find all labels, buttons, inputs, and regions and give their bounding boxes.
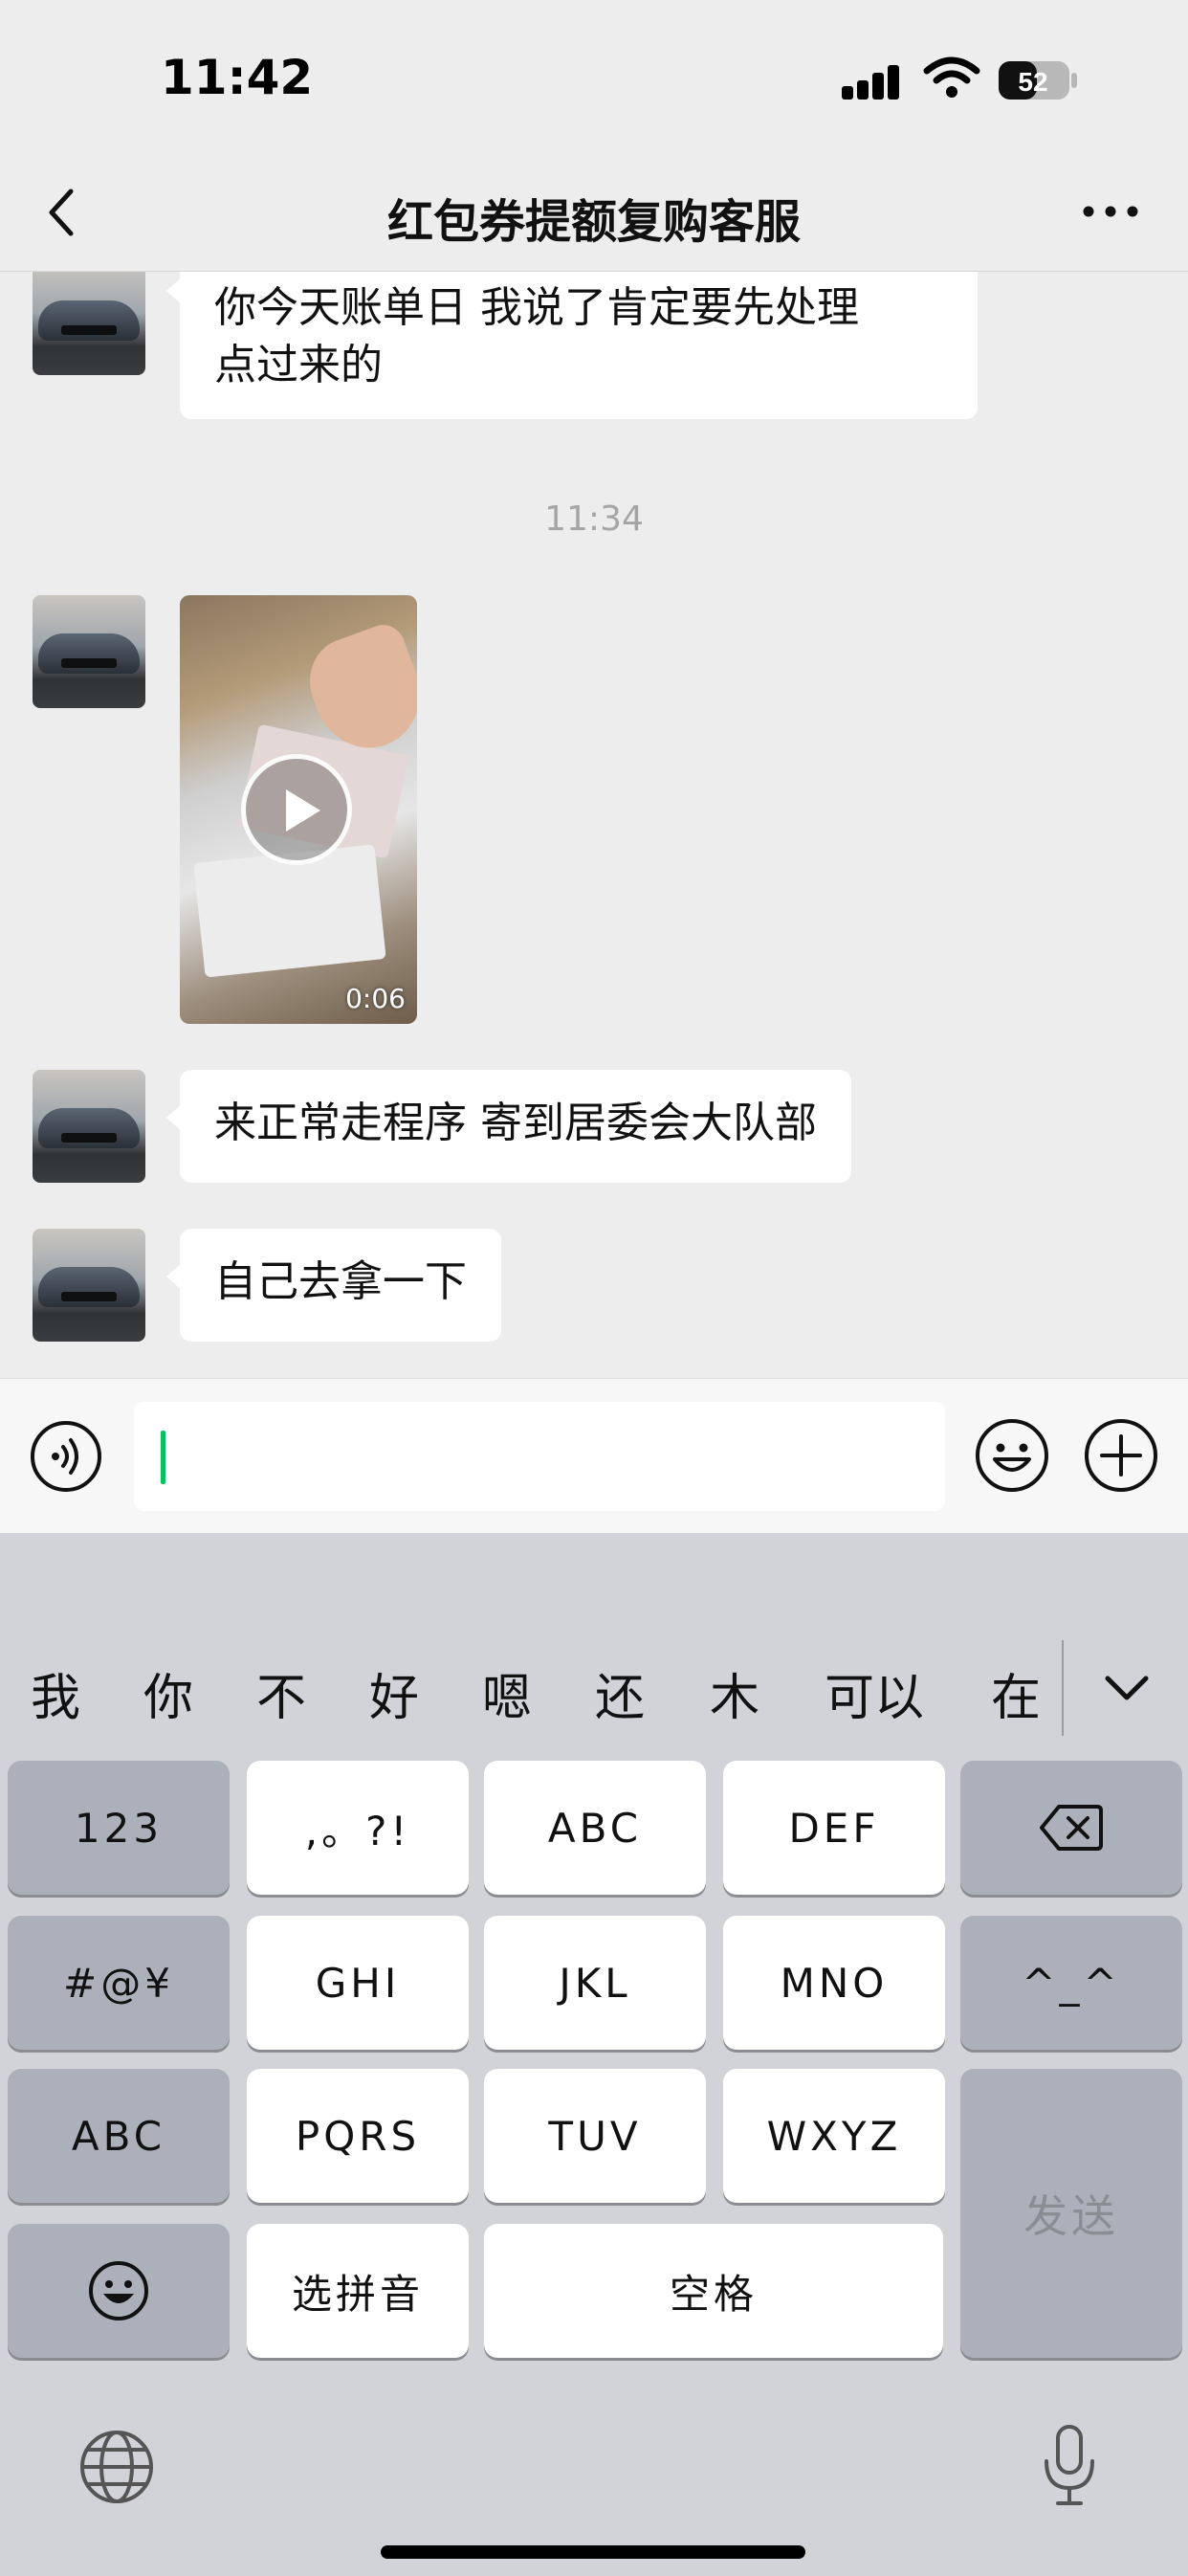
avatar[interactable] bbox=[33, 1070, 145, 1183]
emoji-key[interactable] bbox=[8, 2224, 230, 2358]
home-indicator bbox=[381, 2545, 805, 2559]
status-time: 11:42 bbox=[161, 50, 314, 105]
message-timestamp: 11:34 bbox=[544, 500, 644, 539]
candidate-word[interactable]: 好 bbox=[369, 1657, 419, 1729]
candidate-bar: 我 你 不 好 嗯 还 木 可以 在 bbox=[0, 1629, 1188, 1753]
candidate-word[interactable]: 你 bbox=[143, 1657, 193, 1729]
key-symbols[interactable]: #@¥ bbox=[8, 1916, 230, 2050]
play-icon[interactable] bbox=[241, 754, 352, 865]
backspace-icon bbox=[1040, 1805, 1103, 1851]
text-cursor bbox=[161, 1431, 165, 1484]
avatar[interactable] bbox=[33, 272, 145, 375]
battery-level: 52 bbox=[1018, 67, 1047, 97]
key-punctuation[interactable]: ,。?! bbox=[247, 1761, 469, 1895]
plus-icon[interactable] bbox=[1083, 1417, 1159, 1494]
smiley-key-icon bbox=[89, 2261, 148, 2321]
key-jkl[interactable]: JKL bbox=[484, 1916, 706, 2050]
chat-title: 红包券提额复购客服 bbox=[386, 195, 801, 249]
candidate-divider bbox=[1062, 1640, 1064, 1736]
space-key[interactable]: 空格 bbox=[484, 2224, 943, 2358]
voice-icon[interactable] bbox=[29, 1419, 103, 1494]
candidate-word[interactable]: 嗯 bbox=[482, 1657, 532, 1729]
candidate-word[interactable]: 我 bbox=[31, 1657, 80, 1729]
candidate-word[interactable]: 可以 bbox=[825, 1657, 924, 1729]
candidate-word[interactable]: 还 bbox=[595, 1657, 645, 1729]
key-def[interactable]: DEF bbox=[723, 1761, 945, 1895]
key-wxyz[interactable]: WXYZ bbox=[723, 2069, 945, 2203]
key-abc[interactable]: ABC bbox=[484, 1761, 706, 1895]
candidate-word[interactable]: 不 bbox=[256, 1657, 306, 1729]
signal-icon bbox=[842, 61, 907, 100]
chat-area[interactable]: 你今天账单日 我说了肯定要先处理 点过来的 11:34 0:06 来正常走程序 … bbox=[0, 272, 1188, 1378]
message-input[interactable] bbox=[134, 1402, 945, 1511]
key-mno[interactable]: MNO bbox=[723, 1916, 945, 2050]
candidate-word[interactable]: 在 bbox=[991, 1657, 1041, 1729]
message-bubble[interactable]: 来正常走程序 寄到居委会大队部 bbox=[166, 1070, 851, 1183]
message-bubble[interactable]: 自己去拿一下 bbox=[166, 1229, 501, 1342]
globe-icon[interactable] bbox=[77, 2427, 157, 2507]
battery-icon: 52 bbox=[999, 61, 1077, 100]
message-text: 点过来的 bbox=[214, 341, 383, 389]
avatar[interactable] bbox=[33, 595, 145, 708]
key-pinyin[interactable]: 选拼音 bbox=[247, 2224, 469, 2358]
message-text: 来正常走程序 寄到居委会大队部 bbox=[214, 1099, 817, 1147]
send-button[interactable]: 发送 bbox=[960, 2069, 1182, 2358]
status-bar: 11:42 52 bbox=[0, 0, 1188, 153]
more-icon[interactable] bbox=[1079, 199, 1142, 224]
keyboard: 我 你 不 好 嗯 还 木 可以 在 123 ,。?! ABC DEF #@¥ … bbox=[0, 1533, 1188, 2576]
video-message[interactable]: 0:06 bbox=[180, 595, 417, 1024]
candidate-word[interactable]: 木 bbox=[710, 1657, 759, 1729]
input-bar bbox=[0, 1378, 1188, 1533]
key-abc-switch[interactable]: ABC bbox=[8, 2069, 230, 2203]
message-text: 你今天账单日 我说了肯定要先处理 bbox=[214, 283, 859, 332]
nav-bar: 红包券提额复购客服 bbox=[0, 153, 1188, 272]
key-123[interactable]: 123 bbox=[8, 1761, 230, 1895]
key-tuv[interactable]: TUV bbox=[484, 2069, 706, 2203]
mic-icon[interactable] bbox=[1039, 2423, 1100, 2509]
key-kaomoji[interactable]: ^_^ bbox=[960, 1916, 1182, 2050]
message-text: 自己去拿一下 bbox=[214, 1257, 467, 1306]
key-pqrs[interactable]: PQRS bbox=[247, 2069, 469, 2203]
key-ghi[interactable]: GHI bbox=[247, 1916, 469, 2050]
chevron-down-icon[interactable] bbox=[1098, 1667, 1155, 1709]
video-duration: 0:06 bbox=[345, 983, 406, 1014]
wifi-icon bbox=[923, 56, 980, 98]
avatar[interactable] bbox=[33, 1229, 145, 1342]
message-bubble[interactable]: 你今天账单日 我说了肯定要先处理 点过来的 bbox=[166, 272, 978, 419]
backspace-key[interactable] bbox=[960, 1761, 1182, 1895]
emoji-icon[interactable] bbox=[974, 1417, 1050, 1494]
